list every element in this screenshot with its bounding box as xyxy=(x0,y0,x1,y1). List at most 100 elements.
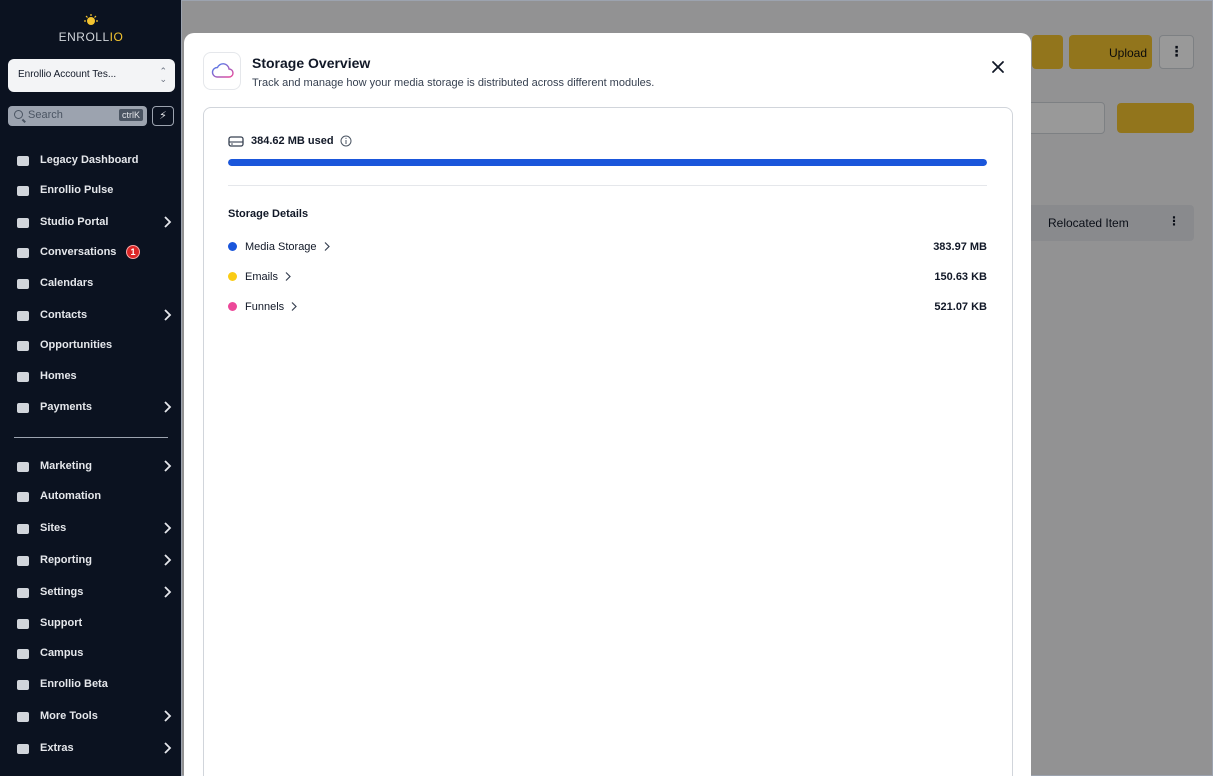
bell-icon xyxy=(15,741,31,757)
account-switcher[interactable]: Enrollio Account Tes... ⌃ ⌄ xyxy=(8,59,175,92)
storage-item-name: Emails xyxy=(245,271,292,285)
sidebar-item-label: Calendars xyxy=(40,277,94,289)
sidebar-item-label: Reporting xyxy=(40,554,92,566)
lightbulb-icon xyxy=(15,338,31,354)
sidebar-item-label: Campus xyxy=(40,647,84,659)
sidebar-item-label: Conversations xyxy=(40,246,117,258)
sidebar-item-label: More Tools xyxy=(40,710,98,722)
divider xyxy=(228,185,987,186)
users-icon xyxy=(15,215,31,231)
sidebar-item-enrollio-beta[interactable]: Enrollio Beta xyxy=(0,674,181,696)
coin-icon xyxy=(15,400,31,416)
sidebar-item-calendars[interactable]: Calendars xyxy=(0,273,181,295)
workflow-icon xyxy=(15,489,31,505)
storage-item-funnels[interactable]: Funnels 521.07 KB xyxy=(228,299,987,315)
modal-subtitle: Track and manage how your media storage … xyxy=(252,77,655,89)
chevron-right-icon xyxy=(163,400,173,414)
storage-overview-modal: Storage Overview Track and manage how yo… xyxy=(184,33,1031,776)
storage-card: 384.62 MB used Storage Details Media Sto… xyxy=(203,107,1013,776)
chevron-right-icon xyxy=(163,215,173,229)
notification-badge: 1 xyxy=(126,245,140,259)
sidebar-item-more-tools[interactable]: More Tools xyxy=(0,706,181,728)
storage-used-label: 384.62 MB used xyxy=(251,135,334,147)
sidebar-item-extras[interactable]: Extras xyxy=(0,738,181,760)
sidebar-item-opportunities[interactable]: Opportunities xyxy=(0,335,181,357)
chevron-right-icon xyxy=(163,308,173,322)
lightning-icon: ⚡ xyxy=(159,110,167,122)
chart-bars-icon xyxy=(15,153,31,169)
globe-icon xyxy=(15,521,31,537)
sidebar-item-automation[interactable]: Automation xyxy=(0,486,181,508)
sidebar-item-label: Opportunities xyxy=(40,339,113,351)
gear-icon xyxy=(15,585,31,601)
chevron-right-icon xyxy=(284,271,292,285)
chevron-right-icon xyxy=(163,459,173,473)
sidebar-item-label: Extras xyxy=(40,742,74,754)
modal-title: Storage Overview xyxy=(252,55,371,71)
info-icon[interactable] xyxy=(340,135,352,147)
sidebar-item-conversations[interactable]: Conversations 1 xyxy=(0,242,181,264)
chevron-right-icon xyxy=(163,709,173,723)
sidebar-item-sites[interactable]: Sites xyxy=(0,518,181,540)
chevron-right-icon xyxy=(163,585,173,599)
sidebar-item-marketing[interactable]: Marketing xyxy=(0,456,181,478)
sidebar: ENROLLIO Enrollio Account Tes... ⌃ ⌄ Sear… xyxy=(0,0,181,776)
pie-chart-icon xyxy=(15,183,31,199)
sidebar-item-legacy-dashboard[interactable]: Legacy Dashboard xyxy=(0,150,181,172)
sidebar-item-studio-portal[interactable]: Studio Portal xyxy=(0,212,181,234)
storage-item-media-storage[interactable]: Media Storage 383.97 MB xyxy=(228,239,987,255)
sidebar-item-support[interactable]: Support xyxy=(0,613,181,635)
calendar-icon xyxy=(15,276,31,292)
legend-dot xyxy=(228,302,237,311)
cloud-icon xyxy=(203,52,241,90)
logo-text: ENROLLIO xyxy=(58,30,124,44)
box-icon xyxy=(15,369,31,385)
chevron-right-icon xyxy=(163,553,173,567)
sidebar-item-label: Automation xyxy=(40,490,102,502)
sidebar-item-label: Settings xyxy=(40,586,84,598)
search-placeholder: Search xyxy=(28,109,63,121)
report-pie-icon xyxy=(15,553,31,569)
legend-dot xyxy=(228,242,237,251)
robot-icon xyxy=(15,709,31,725)
bulb-icon xyxy=(15,646,31,662)
sidebar-item-label: Homes xyxy=(40,370,77,382)
chat-icon xyxy=(15,245,31,261)
headset-icon xyxy=(15,616,31,632)
wordpress-icon xyxy=(15,677,31,693)
hard-drive-icon xyxy=(228,136,244,147)
legend-dot xyxy=(228,272,237,281)
search-input[interactable]: Search ctrlK xyxy=(8,106,147,126)
chevron-right-icon xyxy=(163,741,173,755)
sidebar-item-contacts[interactable]: Contacts xyxy=(0,305,181,327)
sidebar-item-label: Enrollio Pulse xyxy=(40,184,114,196)
sidebar-item-label: Enrollio Beta xyxy=(40,678,108,690)
account-name: Enrollio Account Tes... xyxy=(18,69,117,80)
sidebar-item-reporting[interactable]: Reporting xyxy=(0,550,181,572)
sidebar-item-payments[interactable]: Payments xyxy=(0,397,181,419)
storage-progress-fill xyxy=(228,159,987,166)
sidebar-item-settings[interactable]: Settings xyxy=(0,582,181,604)
sidebar-item-label: Legacy Dashboard xyxy=(40,154,139,166)
sidebar-item-label: Payments xyxy=(40,401,92,413)
contacts-icon xyxy=(15,308,31,324)
chevron-updown-icon: ⌃ ⌄ xyxy=(159,66,167,84)
sidebar-item-homes[interactable]: Homes xyxy=(0,366,181,388)
sidebar-item-label: Contacts xyxy=(40,309,88,321)
close-icon[interactable] xyxy=(989,58,1007,76)
chevron-right-icon xyxy=(323,241,331,255)
storage-item-name: Funnels xyxy=(245,301,298,315)
quick-action-button[interactable]: ⚡ xyxy=(152,106,174,126)
sidebar-item-label: Marketing xyxy=(40,460,92,472)
sidebar-item-label: Support xyxy=(40,617,83,629)
sidebar-item-campus[interactable]: Campus xyxy=(0,643,181,665)
storage-item-emails[interactable]: Emails 150.63 KB xyxy=(228,269,987,285)
sidebar-item-enrollio-pulse[interactable]: Enrollio Pulse xyxy=(0,180,181,202)
sidebar-item-label: Sites xyxy=(40,522,67,534)
search-shortcut: ctrlK xyxy=(119,109,143,121)
storage-details-title: Storage Details xyxy=(228,208,309,220)
storage-item-size: 521.07 KB xyxy=(934,301,987,313)
storage-item-size: 383.97 MB xyxy=(933,241,987,253)
sun-icon xyxy=(84,14,98,28)
search-icon xyxy=(14,110,23,119)
